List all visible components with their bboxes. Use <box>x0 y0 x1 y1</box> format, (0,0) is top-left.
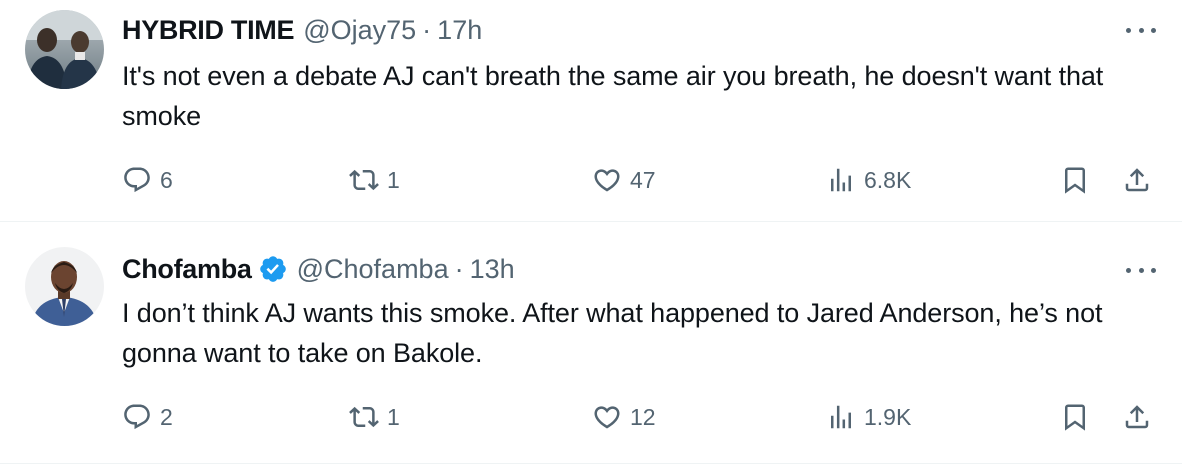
separator: · <box>422 14 432 45</box>
timestamp[interactable]: 13h <box>470 254 515 285</box>
views-icon <box>831 168 851 192</box>
repost-button[interactable]: 1 <box>349 397 400 437</box>
tweet-text: It's not even a debate AJ can't breath t… <box>122 61 1104 131</box>
repost-count: 1 <box>387 166 400 193</box>
user-handle[interactable]: @Chofamba <box>297 254 449 285</box>
tweet-text: I don’t think AJ wants this smoke. After… <box>122 298 1103 368</box>
tweet-actions: 2 1 12 1.9K <box>122 397 1162 437</box>
like-icon <box>594 169 620 192</box>
bookmark-icon <box>1065 167 1085 194</box>
share-icon <box>1125 405 1149 429</box>
timestamp[interactable]: 17h <box>437 15 482 46</box>
tweet[interactable]: HYBRID TIME @Ojay75 · 17h It's not even … <box>0 0 1182 222</box>
share-icon <box>1125 168 1149 192</box>
share-button[interactable] <box>1122 397 1152 437</box>
like-button[interactable]: 47 <box>592 160 656 200</box>
share-button[interactable] <box>1122 160 1152 200</box>
tweet-header: HYBRID TIME @Ojay75 · 17h <box>122 13 482 47</box>
reply-icon <box>124 404 150 430</box>
separator: · <box>454 253 464 284</box>
bookmark-button[interactable] <box>1060 397 1090 437</box>
views-button[interactable]: 1.9K <box>826 397 911 437</box>
more-dots-icon[interactable] <box>1126 265 1156 275</box>
views-icon <box>831 405 851 429</box>
avatar[interactable] <box>25 10 104 89</box>
user-handle[interactable]: @Ojay75 <box>303 15 416 46</box>
repost-count: 1 <box>387 403 400 430</box>
reply-button[interactable]: 2 <box>122 397 173 437</box>
display-name[interactable]: Chofamba <box>122 254 252 285</box>
bookmark-button[interactable] <box>1060 160 1090 200</box>
reply-button[interactable]: 6 <box>122 160 173 200</box>
views-count: 6.8K <box>864 166 912 193</box>
display-name[interactable]: HYBRID TIME <box>122 15 295 46</box>
like-count: 47 <box>630 166 656 193</box>
avatar[interactable] <box>25 247 104 326</box>
reply-count: 2 <box>160 403 173 430</box>
views-count: 1.9K <box>864 403 912 430</box>
bookmark-icon <box>1065 404 1085 431</box>
repost-button[interactable]: 1 <box>349 160 400 200</box>
views-button[interactable]: 6.8K <box>826 160 911 200</box>
reply-count: 6 <box>160 166 173 193</box>
tweet[interactable]: Chofamba @Chofamba · 13h I don’t think A… <box>0 222 1182 464</box>
verified-badge-icon[interactable] <box>258 254 288 284</box>
like-icon <box>594 406 620 429</box>
repost-icon <box>349 406 379 428</box>
more-dots-icon[interactable] <box>1126 25 1156 35</box>
tweet-header: Chofamba @Chofamba · 13h <box>122 252 515 286</box>
repost-icon <box>349 169 379 191</box>
reply-icon <box>124 167 150 193</box>
tweet-actions: 6 1 47 6.8K <box>122 160 1162 200</box>
like-button[interactable]: 12 <box>592 397 656 437</box>
like-count: 12 <box>630 403 656 430</box>
